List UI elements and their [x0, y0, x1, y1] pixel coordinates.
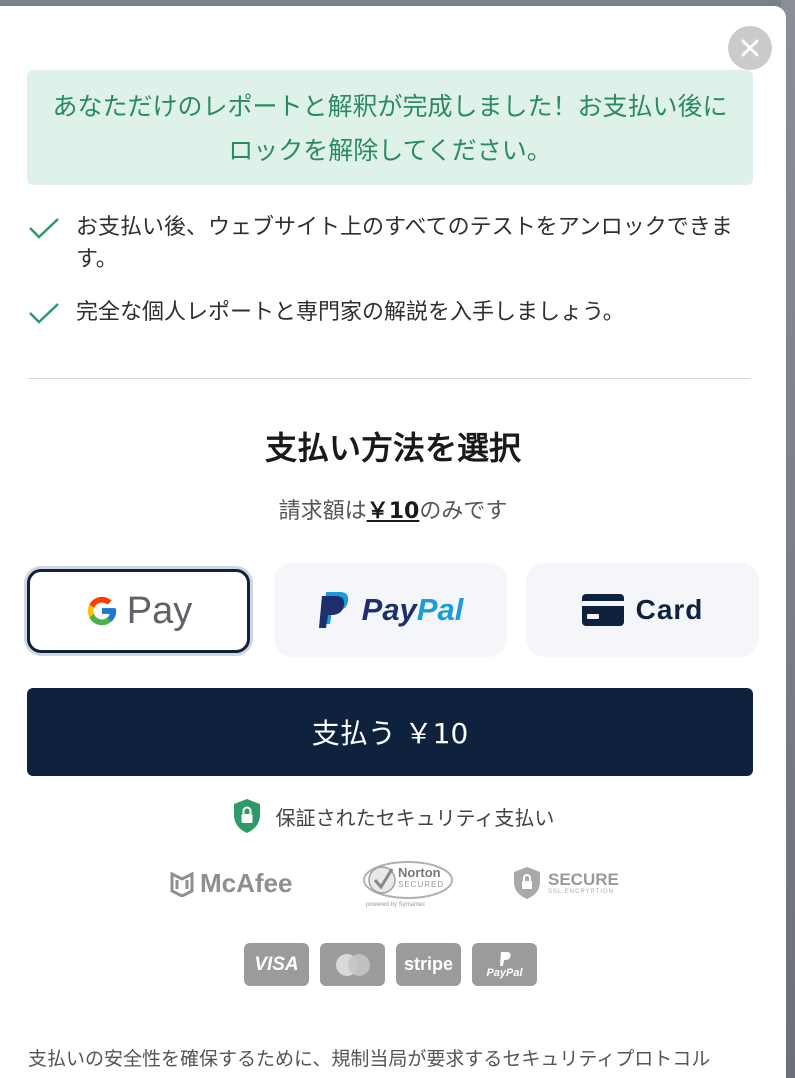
close-button[interactable] [728, 26, 772, 70]
paypal-option[interactable]: PayPal [274, 563, 507, 657]
report-ready-banner: あなただけのレポートと解釈が完成しました！お支払い後にロックを解除してください。 [27, 70, 753, 185]
secure-label: SECURE [548, 870, 619, 889]
charge-suffix: のみです [419, 499, 508, 524]
close-icon [741, 39, 759, 57]
payment-modal: あなただけのレポートと解釈が完成しました！お支払い後にロックを解除してください。… [0, 6, 786, 1078]
pay-button[interactable]: 支払う ￥10 [27, 688, 753, 776]
ssl-secure-badge: SECURE SSL ENCRYPTION [512, 866, 619, 900]
secure-payment-text: 保証されたセキュリティ支払い [275, 805, 555, 830]
trust-badges: McAfee Norton SECURED powered by Symante… [0, 858, 786, 918]
stripe-logo: stripe [396, 943, 461, 986]
divider [28, 378, 751, 379]
credit-card-icon [581, 594, 624, 626]
paypal-label-b: Pal [416, 592, 464, 627]
visa-logo: VISA [244, 943, 309, 986]
paypal-logo-text: PayPal [486, 966, 523, 979]
card-label: Card [635, 594, 704, 625]
norton-secured: SECURED [398, 880, 445, 889]
benefit-text: お支払い後、ウェブサイト上のすべてのテストをアンロックできます。 [76, 215, 733, 272]
secure-payment-note: 保証されたセキュリティ支払い [0, 798, 786, 834]
ssl-encryption-label: SSL ENCRYPTION [548, 889, 615, 895]
benefits-list: お支払い後、ウェブサイト上のすべてのテストをアンロックできます。 完全な個人レポ… [28, 212, 748, 329]
norton-powered-by: powered by Symantec [366, 902, 426, 908]
card-brand-logos: VISA stripe PayPal [244, 943, 537, 986]
check-icon [28, 212, 64, 244]
paypal-mini-icon [499, 951, 511, 966]
charge-amount-text: 請求額は￥10のみです [0, 495, 786, 529]
ssl-shield-icon [514, 867, 540, 899]
payment-method-title: 支払い方法を選択 [264, 429, 521, 467]
mcafee-label: McAfee [200, 868, 293, 898]
footer-note: 支払いの安全性を確保するために、規制当局が要求するセキュリティプロトコル [28, 1048, 711, 1070]
paypal-logo: PayPal [472, 943, 537, 986]
charge-amount: ￥10 [366, 499, 420, 524]
mcafee-badge: McAfee [170, 868, 292, 899]
google-g-icon [87, 596, 116, 626]
benefit-item: 完全な個人レポートと専門家の解説を入手しましょう。 [28, 297, 748, 329]
charge-prefix: 請求額は [278, 499, 367, 524]
paypal-label-a: Pay [361, 592, 417, 627]
check-icon [28, 297, 64, 329]
paypal-label: PayPal [362, 592, 464, 628]
google-pay-option[interactable]: Pay [27, 569, 250, 653]
card-option[interactable]: Card [526, 563, 759, 657]
paypal-p-icon [318, 592, 348, 628]
mastercard-logo [320, 943, 385, 986]
mcafee-shield-icon [170, 871, 194, 897]
benefit-item: お支払い後、ウェブサイト上のすべてのテストをアンロックできます。 [28, 212, 748, 276]
norton-name: Norton [398, 865, 441, 880]
lock-shield-icon [232, 798, 262, 834]
benefit-text: 完全な個人レポートと専門家の解説を入手しましょう。 [76, 300, 625, 325]
norton-badge: Norton SECURED powered by Symantec [362, 858, 454, 912]
google-pay-label: Pay [126, 589, 193, 632]
